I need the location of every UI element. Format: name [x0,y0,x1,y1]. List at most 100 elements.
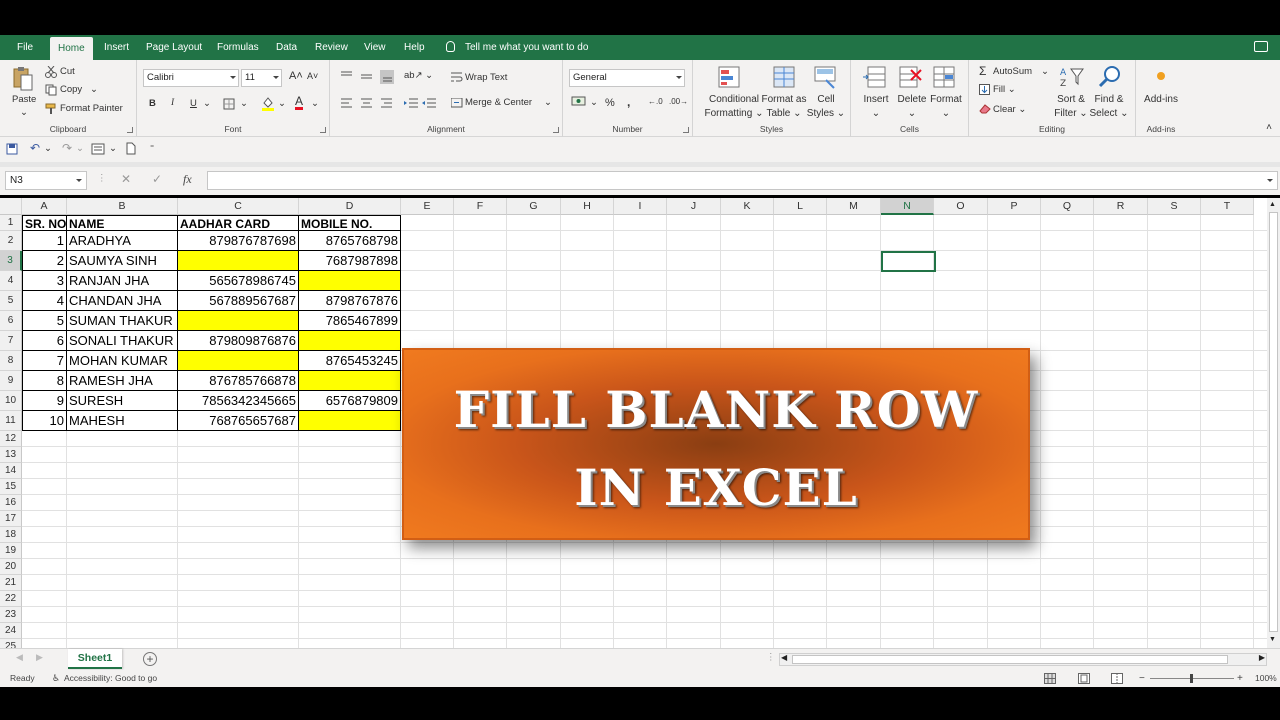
column-header-r[interactable]: R [1094,198,1148,215]
row-header-22[interactable]: 22 [0,591,22,607]
row-header-19[interactable]: 19 [0,543,22,559]
table-cell[interactable]: 3 [22,271,67,291]
header-sr-no[interactable]: SR. NO [22,215,67,231]
alignment-launcher-icon[interactable] [553,127,559,133]
row-header-21[interactable]: 21 [0,575,22,591]
column-header-c[interactable]: C [178,198,299,215]
header-mobile-no[interactable]: MOBILE NO. [299,215,401,231]
expand-formula-icon[interactable] [1267,179,1273,182]
column-header-p[interactable]: P [988,198,1041,215]
indent-icons[interactable] [404,98,438,108]
table-cell[interactable]: 4 [22,291,67,311]
undo-dropdown-icon[interactable]: ⌄ [44,143,52,154]
table-cell[interactable]: 768765657687 [178,411,299,431]
accessibility-status[interactable]: Accessibility: Good to go [64,670,157,687]
table-cell[interactable]: 7856342345665 [178,391,299,411]
header-name[interactable]: NAME [67,215,178,231]
selected-cell-n3[interactable] [881,251,936,272]
table-cell[interactable]: 2 [22,251,67,271]
customize-qat-icon[interactable]: ⁼ [150,143,154,152]
fill-color-dropdown-icon[interactable]: ⌄ [278,98,286,109]
table-cell[interactable] [299,371,401,391]
redo-dropdown-icon[interactable]: ⌄ [76,143,84,154]
column-header-o[interactable]: O [934,198,988,215]
tab-data[interactable]: Data [276,35,297,60]
column-header-s[interactable]: S [1148,198,1201,215]
table-cell[interactable]: 7 [22,351,67,371]
decrease-decimal-icon[interactable]: .00→ [669,97,688,106]
tab-view[interactable]: View [364,35,386,60]
table-cell[interactable]: 8 [22,371,67,391]
row-header-24[interactable]: 24 [0,623,22,639]
number-format-select[interactable]: General [569,69,685,87]
horizontal-scrollbar[interactable]: ◀ ▶ [779,653,1267,666]
table-cell[interactable]: 8765453245 [299,351,401,371]
vertical-scrollbar[interactable]: ▲ ▼ [1267,198,1280,648]
tab-home[interactable]: Home [50,37,93,60]
next-sheet-icon[interactable]: ▶ [36,652,43,663]
number-launcher-icon[interactable] [683,127,689,133]
table-cell[interactable]: 8798767876 [299,291,401,311]
table-cell[interactable]: 8765768798 [299,231,401,251]
column-header-b[interactable]: B [67,198,178,215]
new-file-icon[interactable] [126,142,136,155]
table-cell[interactable]: 7865467899 [299,311,401,331]
row-header-12[interactable]: 12 [0,431,22,447]
row-header-13[interactable]: 13 [0,447,22,463]
vertical-scroll-thumb[interactable] [1269,212,1278,632]
table-cell[interactable] [299,411,401,431]
column-header-e[interactable]: E [401,198,454,215]
font-launcher-icon[interactable] [320,127,326,133]
column-header-h[interactable]: H [561,198,614,215]
autosum-dropdown-icon[interactable]: ⌄ [1041,66,1049,77]
table-cell[interactable]: CHANDAN JHA [67,291,178,311]
table-cell[interactable]: SONALI THAKUR [67,331,178,351]
table-cell[interactable]: RAMESH JHA [67,371,178,391]
clear-button[interactable]: Clear ⌄ [993,104,1026,115]
table-cell[interactable]: SURESH [67,391,178,411]
tab-formulas[interactable]: Formulas [217,35,259,60]
accounting-dropdown-icon[interactable]: ⌄ [590,97,598,108]
font-color-dropdown-icon[interactable]: ⌄ [311,98,319,109]
header-aadhar-card[interactable]: AADHAR CARD [178,215,299,231]
table-cell[interactable]: SAUMYA SINH [67,251,178,271]
table-cell[interactable]: 5 [22,311,67,331]
scroll-up-icon[interactable]: ▲ [1269,201,1276,208]
horizontal-scroll-thumb[interactable] [792,655,1228,664]
comments-icon[interactable] [1254,41,1268,52]
paste-dropdown-icon[interactable]: ⌄ [20,107,28,118]
table-cell[interactable]: MOHAN KUMAR [67,351,178,371]
row-header-23[interactable]: 23 [0,607,22,623]
comma-style-button[interactable]: , [627,95,630,109]
table-cell[interactable]: 10 [22,411,67,431]
format-painter-button[interactable]: Format Painter [60,103,123,114]
sheet-tab-sheet1[interactable]: Sheet1 [68,649,122,669]
scroll-down-icon[interactable]: ▼ [1269,636,1276,643]
tab-file[interactable]: File [17,35,33,60]
tab-page-layout[interactable]: Page Layout [146,35,202,60]
table-cell[interactable]: 876785766878 [178,371,299,391]
select-all-corner[interactable] [0,198,22,215]
row-header-14[interactable]: 14 [0,463,22,479]
font-color-button[interactable]: A [295,95,304,110]
increase-decimal-icon[interactable]: ←.0 [648,97,663,106]
fill-button[interactable]: Fill ⌄ [993,84,1016,95]
undo-icon[interactable]: ↶ [30,141,40,155]
addins-button[interactable]: Add-ins [1136,93,1186,107]
page-layout-view-icon[interactable] [1078,673,1090,684]
row-header-5[interactable]: 5 [0,291,22,311]
italic-button[interactable]: I [171,98,174,108]
table-cell[interactable]: 6 [22,331,67,351]
table-cell[interactable]: 565678986745 [178,271,299,291]
prev-sheet-icon[interactable]: ◀ [16,652,23,663]
redo-icon[interactable]: ↷ [62,141,72,155]
column-header-n[interactable]: N [881,198,934,215]
row-header-1[interactable]: 1 [0,215,22,231]
cell-styles-button[interactable]: Cell Styles ⌄ [805,93,847,121]
row-header-17[interactable]: 17 [0,511,22,527]
find-select-button[interactable]: Find & Select ⌄ [1087,93,1131,121]
add-sheet-icon[interactable]: + [143,652,157,666]
tab-help[interactable]: Help [404,35,425,60]
column-header-j[interactable]: J [667,198,721,215]
collapse-ribbon-icon[interactable]: ˄ [1266,122,1272,133]
